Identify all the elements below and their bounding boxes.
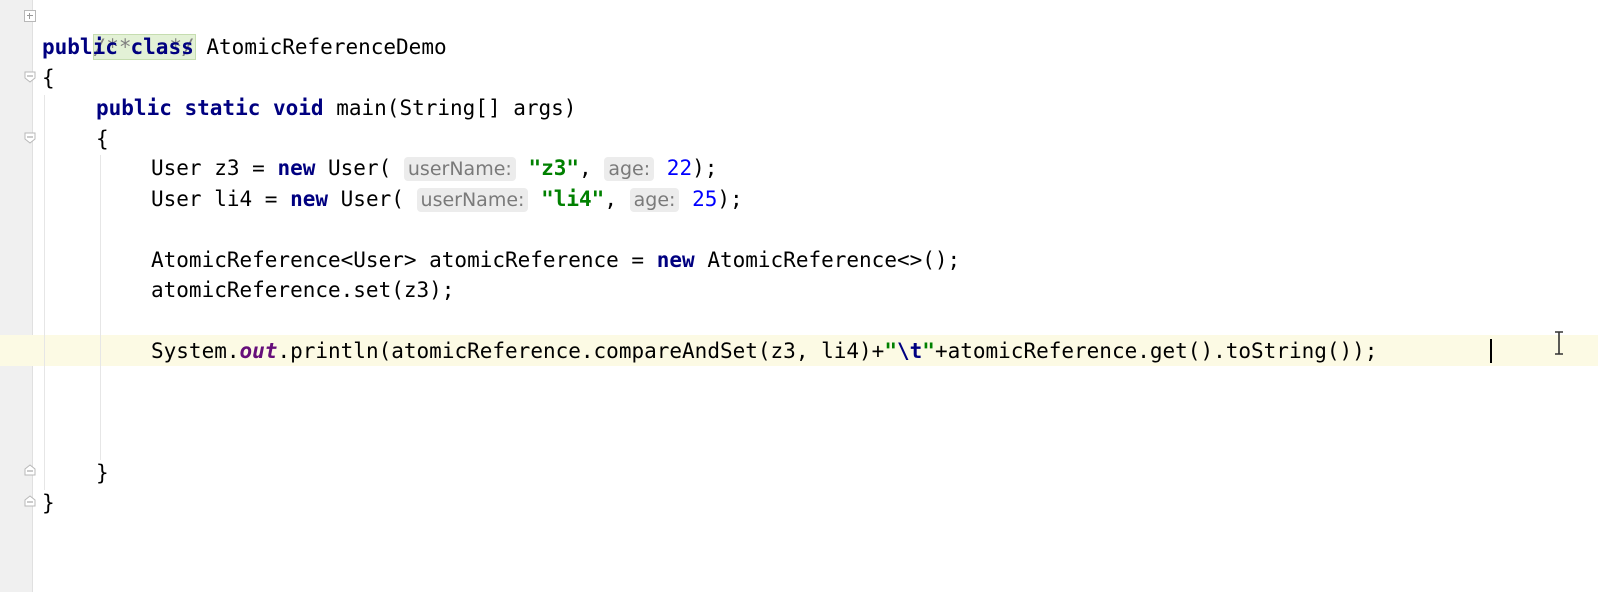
string-literal: "z3" (528, 156, 580, 180)
text-caret (1490, 339, 1492, 363)
code-text: , (604, 187, 617, 211)
code-text: .println(atomicReference.compareAndSet(z… (277, 339, 885, 363)
code-text: atomicReference.set(z3); (151, 278, 455, 302)
class-name: AtomicReferenceDemo (206, 35, 447, 59)
fold-end-icon[interactable] (24, 464, 36, 476)
code-text: User z3 = (151, 156, 278, 180)
escape-sequence: \t (896, 339, 923, 363)
code-line-comment[interactable]: /**...*/ (42, 2, 196, 60)
keyword-class: class (130, 35, 194, 59)
string-quote: " (884, 339, 897, 363)
code-line-println[interactable]: System.out.println(atomicReference.compa… (151, 336, 1377, 366)
param-hint-age: age: (629, 188, 680, 212)
code-text: System. (151, 339, 240, 363)
code-text: ); (692, 156, 718, 180)
keyword-new: new (290, 187, 329, 211)
code-editor[interactable]: /**...*/ public class AtomicReferenceDem… (0, 0, 1598, 592)
code-text: ); (717, 187, 743, 211)
code-line-class-decl[interactable]: public class AtomicReferenceDemo (42, 32, 447, 62)
keyword-new: new (277, 156, 316, 180)
brace: } (96, 461, 109, 485)
string-quote: " (922, 339, 935, 363)
indent-guide (44, 95, 45, 490)
code-line-user-z3[interactable]: User z3 = new User( userName: "z3", age:… (151, 153, 717, 183)
code-line-main-open[interactable]: { (96, 124, 109, 154)
code-line-class-close[interactable]: } (42, 488, 55, 518)
code-text: User( (315, 156, 392, 180)
code-line-atomic-decl[interactable]: AtomicReference<User> atomicReference = … (151, 245, 960, 275)
code-line-main-decl[interactable]: public static void main(String[] args) (96, 93, 576, 123)
code-line-class-open[interactable]: { (42, 63, 55, 93)
fold-collapse-icon[interactable] (24, 71, 36, 83)
code-text: AtomicReference<>(); (694, 248, 961, 272)
keyword-public: public (42, 35, 118, 59)
brace: } (42, 491, 55, 515)
string-literal: "li4" (541, 187, 605, 211)
param-hint-username: userName: (403, 157, 516, 181)
brace: { (96, 127, 109, 151)
indent-guide (100, 155, 101, 460)
fold-collapse-icon[interactable] (24, 132, 36, 144)
code-line-main-close[interactable]: } (96, 458, 109, 488)
param-hint-username: userName: (416, 188, 529, 212)
keyword-new: new (656, 248, 695, 272)
brace: { (42, 66, 55, 90)
param-hint-age: age: (604, 157, 655, 181)
number-literal: 25 (692, 187, 718, 211)
code-text: , (579, 156, 592, 180)
static-field-out: out (239, 339, 278, 363)
number-literal: 22 (666, 156, 693, 180)
main-signature: main(String[] args) (336, 96, 577, 120)
keyword-modifiers: public static void (96, 96, 324, 120)
ibeam-cursor-icon (1555, 331, 1563, 355)
code-text: User li4 = (151, 187, 291, 211)
code-text: +atomicReference.get().toString()); (934, 339, 1378, 363)
fold-expand-icon[interactable] (24, 10, 36, 22)
fold-end-icon[interactable] (24, 495, 36, 507)
code-text: AtomicReference<User> atomicReference = (151, 248, 657, 272)
code-text: User( (328, 187, 404, 211)
code-line-user-li4[interactable]: User li4 = new User( userName: "li4", ag… (151, 184, 743, 214)
code-line-set[interactable]: atomicReference.set(z3); (151, 275, 454, 305)
